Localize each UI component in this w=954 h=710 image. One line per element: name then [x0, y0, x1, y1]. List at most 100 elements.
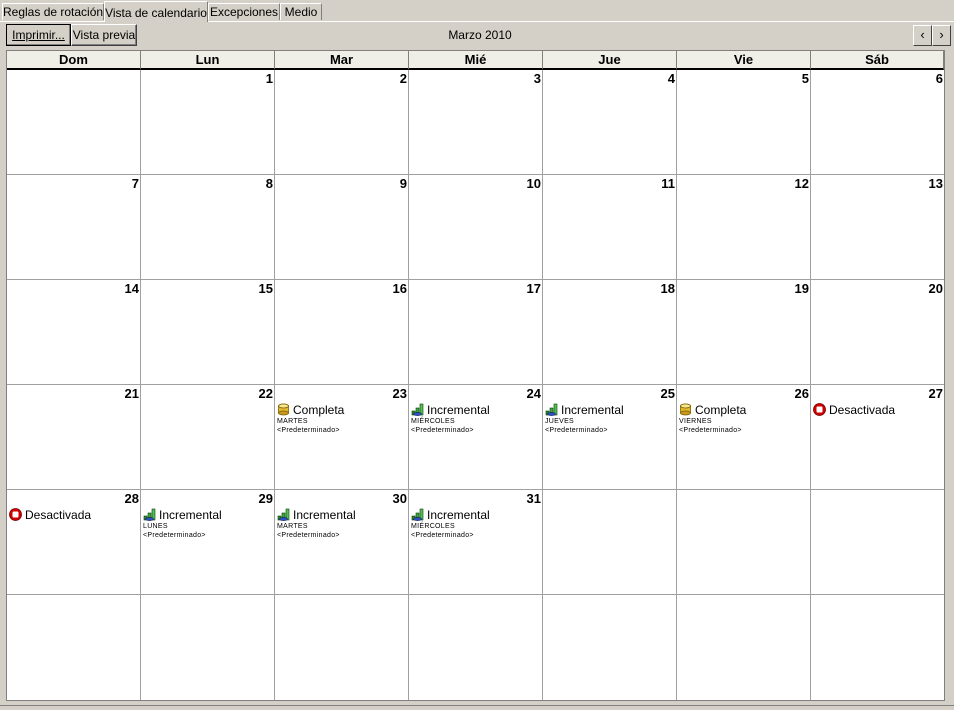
day-cell[interactable]: 22: [141, 385, 275, 490]
preview-button-label: Vista previa: [72, 28, 136, 42]
schedule-event[interactable]: Desactivada: [813, 403, 895, 417]
day-number: 23: [392, 386, 407, 401]
day-number: 12: [794, 176, 809, 191]
day-number: 4: [667, 71, 675, 86]
day-number: 10: [526, 176, 541, 191]
day-cell[interactable]: 16: [275, 280, 409, 385]
day-number: 22: [258, 386, 273, 401]
day-number: 6: [935, 71, 943, 86]
day-cell[interactable]: 31 Incremental MIÉRCOLES <Predeterminado>: [409, 490, 543, 595]
schedule-event[interactable]: Incremental LUNES <Predeterminado>: [143, 508, 222, 540]
day-cell[interactable]: [7, 70, 141, 175]
day-cell[interactable]: 6: [811, 70, 944, 175]
event-note: <Predeterminado>: [411, 532, 474, 539]
print-button[interactable]: Imprimir...: [6, 24, 71, 46]
day-cell[interactable]: 14: [7, 280, 141, 385]
day-cell[interactable]: 27 Desactivada: [811, 385, 944, 490]
day-cell[interactable]: [543, 490, 677, 595]
day-cell[interactable]: 1: [141, 70, 275, 175]
tab-exceptions[interactable]: Excepciones: [208, 3, 280, 20]
event-title-row: Incremental: [411, 508, 490, 522]
event-day-name: LUNES: [143, 523, 168, 530]
incremental-backup-icon: [277, 508, 290, 521]
day-cell[interactable]: [677, 595, 811, 700]
preview-button[interactable]: Vista previa: [71, 24, 137, 46]
incremental-backup-icon: [143, 508, 156, 521]
day-cell[interactable]: [811, 595, 944, 700]
event-note: <Predeterminado>: [411, 427, 474, 434]
day-cell[interactable]: 8: [141, 175, 275, 280]
day-cell[interactable]: 20: [811, 280, 944, 385]
day-cell[interactable]: [409, 595, 543, 700]
day-cell[interactable]: 4: [543, 70, 677, 175]
day-cell[interactable]: 9: [275, 175, 409, 280]
day-cell[interactable]: [543, 595, 677, 700]
full-backup-icon: [679, 403, 692, 416]
event-label: Incremental: [561, 403, 624, 417]
day-cell[interactable]: 19: [677, 280, 811, 385]
event-label: Incremental: [293, 508, 356, 522]
month-title: Marzo 2010: [448, 28, 512, 42]
event-label: Completa: [293, 403, 345, 417]
day-cell[interactable]: 7: [7, 175, 141, 280]
day-cell[interactable]: 24 Incremental MIÉRCOLES <Predeterminado>: [409, 385, 543, 490]
schedule-event[interactable]: Desactivada: [9, 508, 91, 522]
day-cell[interactable]: 21: [7, 385, 141, 490]
event-day-name: MIÉRCOLES: [411, 523, 455, 530]
day-number: 27: [928, 386, 943, 401]
day-number: 21: [124, 386, 139, 401]
day-number: 5: [801, 71, 809, 86]
day-number: 20: [928, 281, 943, 296]
event-note: <Predeterminado>: [679, 427, 742, 434]
tab-rotation-rules[interactable]: Reglas de rotación: [2, 3, 104, 20]
day-number: 11: [661, 176, 675, 191]
day-cell[interactable]: 12: [677, 175, 811, 280]
day-number: 30: [392, 491, 407, 506]
day-number: 7: [131, 176, 139, 191]
bottom-border: [0, 705, 954, 706]
schedule-event[interactable]: Incremental JUEVES <Predeterminado>: [545, 403, 624, 435]
event-title-row: Desactivada: [813, 403, 895, 417]
schedule-event[interactable]: Completa MARTES <Predeterminado>: [277, 403, 344, 435]
event-note: <Predeterminado>: [277, 427, 340, 434]
event-day-name: MIÉRCOLES: [411, 418, 455, 425]
tab-media[interactable]: Medio: [280, 3, 322, 20]
day-cell[interactable]: 29 Incremental LUNES <Predeterminado>: [141, 490, 275, 595]
tab-label: Reglas de rotación: [3, 5, 104, 19]
day-number: 14: [124, 281, 139, 296]
day-cell[interactable]: 10: [409, 175, 543, 280]
day-cell[interactable]: 26 Completa VIERNES <Predeterminado>: [677, 385, 811, 490]
tab-calendar-view[interactable]: Vista de calendario: [104, 1, 208, 22]
day-cell[interactable]: 3: [409, 70, 543, 175]
day-cell[interactable]: [811, 490, 944, 595]
weekday-header: Dom: [7, 51, 141, 70]
schedule-event[interactable]: Incremental MIÉRCOLES <Predeterminado>: [411, 403, 490, 435]
schedule-event[interactable]: Incremental MARTES <Predeterminado>: [277, 508, 356, 540]
event-title-row: Completa: [679, 403, 746, 417]
day-cell[interactable]: 13: [811, 175, 944, 280]
day-cell[interactable]: 11: [543, 175, 677, 280]
schedule-event[interactable]: Incremental MIÉRCOLES <Predeterminado>: [411, 508, 490, 540]
day-cell[interactable]: [7, 595, 141, 700]
day-cell[interactable]: 25 Incremental JUEVES <Predeterminado>: [543, 385, 677, 490]
day-cell[interactable]: 15: [141, 280, 275, 385]
day-cell[interactable]: 2: [275, 70, 409, 175]
day-cell[interactable]: 30 Incremental MARTES <Predeterminado>: [275, 490, 409, 595]
day-cell[interactable]: [141, 595, 275, 700]
schedule-event[interactable]: Completa VIERNES <Predeterminado>: [679, 403, 746, 435]
day-number: 17: [526, 281, 541, 296]
day-cell[interactable]: 17: [409, 280, 543, 385]
tab-bar: Reglas de rotación Vista de calendario E…: [0, 0, 954, 22]
next-month-button[interactable]: ›: [932, 25, 951, 46]
day-cell[interactable]: [677, 490, 811, 595]
day-cell[interactable]: 18: [543, 280, 677, 385]
incremental-backup-icon: [411, 403, 424, 416]
day-cell[interactable]: 28 Desactivada: [7, 490, 141, 595]
day-cell[interactable]: 5: [677, 70, 811, 175]
prev-month-button[interactable]: ‹: [913, 25, 932, 46]
event-day-name: MARTES: [277, 418, 308, 425]
day-number: 8: [265, 176, 273, 191]
full-backup-icon: [277, 403, 290, 416]
day-cell[interactable]: [275, 595, 409, 700]
day-cell[interactable]: 23 Completa MARTES <Predeterminado>: [275, 385, 409, 490]
